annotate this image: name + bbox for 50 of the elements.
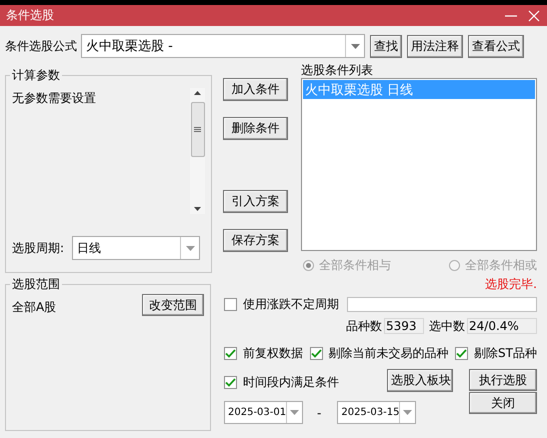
dropdown-icon: [186, 246, 195, 250]
checkbox[interactable]: 剔除当前未交易的品种: [310, 345, 449, 361]
checkbox[interactable]: 时间段内满足条件: [224, 374, 387, 391]
condition-button[interactable]: 引入方案: [223, 190, 288, 213]
check-icon: [310, 348, 322, 358]
change-range-button[interactable]: 改变范围: [142, 294, 204, 316]
action-button[interactable]: 关闭: [469, 392, 537, 414]
group-title: 选股范围: [11, 276, 61, 293]
checkbox[interactable]: 前复权数据: [224, 345, 303, 361]
count-value: 5393: [384, 318, 424, 334]
range-value: 全部A股: [12, 299, 56, 316]
toolbar-button[interactable]: 查找: [370, 34, 402, 58]
dropdown-icon: [290, 410, 300, 415]
date-separator: -: [317, 406, 322, 420]
radio-label: 全部条件相与: [319, 257, 391, 274]
start-date-combo[interactable]: 2025-03-01: [224, 401, 303, 424]
scrollbar[interactable]: [190, 88, 205, 214]
scroll-down-icon[interactable]: [194, 207, 201, 211]
action-button[interactable]: 执行选股: [469, 369, 537, 391]
window-title: 条件选股: [6, 7, 54, 24]
group-title: 计算参数: [11, 67, 61, 84]
toolbar-button[interactable]: 查看公式: [468, 34, 524, 58]
formula-label: 条件选股公式: [5, 38, 77, 54]
grip-icon: [194, 126, 201, 132]
condition-button[interactable]: 删除条件: [223, 117, 288, 140]
close-icon[interactable]: [527, 8, 541, 22]
scroll-up-icon[interactable]: [194, 91, 201, 95]
count-label: 品种数: [346, 318, 382, 334]
count-label: 选中数: [429, 318, 465, 334]
period-combo[interactable]: 日线: [72, 236, 200, 260]
period-input-field[interactable]: [347, 296, 537, 312]
count-value: 24/0.4%: [467, 318, 537, 334]
dropdown-icon: [403, 410, 412, 415]
formula-combo[interactable]: 火中取栗选股 -: [81, 34, 365, 58]
radio-label: 全部条件相或: [465, 257, 537, 274]
end-date-combo[interactable]: 2025-03-15: [337, 401, 416, 424]
check-icon: [456, 348, 468, 358]
condition-button[interactable]: 加入条件: [223, 78, 288, 101]
status-text: 选股完毕.: [485, 276, 537, 293]
check-icon: [225, 348, 236, 358]
checkbox[interactable]: 剔除ST品种: [455, 345, 537, 361]
action-button[interactable]: 选股入板块: [387, 369, 453, 392]
list-title: 选股条件列表: [301, 63, 374, 78]
toolbar-button[interactable]: 用法注释: [407, 34, 463, 58]
checkbox[interactable]: 使用涨跌不定周期: [224, 296, 339, 312]
period-label: 选股周期:: [12, 240, 64, 256]
check-icon: [225, 378, 236, 387]
condition-button[interactable]: 保存方案: [223, 229, 288, 252]
params-message: 无参数需要设置: [12, 90, 96, 107]
dropdown-icon: [350, 44, 360, 48]
